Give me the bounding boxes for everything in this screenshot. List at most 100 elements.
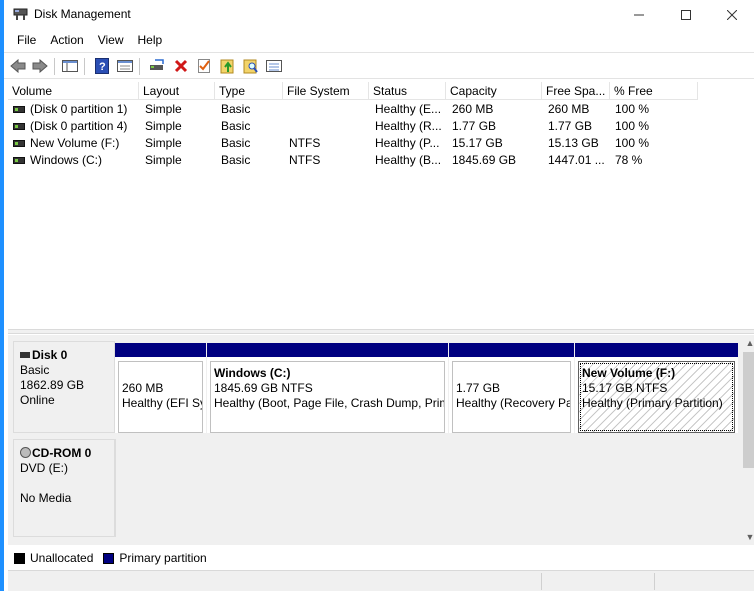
pane-splitter[interactable] bbox=[8, 329, 754, 334]
partition-size: 15.17 GB NTFS bbox=[582, 381, 668, 395]
vertical-scrollbar[interactable]: ▲ ▼ bbox=[742, 335, 754, 545]
scroll-up-icon[interactable]: ▲ bbox=[742, 335, 754, 351]
column-header-capacity[interactable]: Capacity bbox=[446, 82, 542, 100]
cell-status: Healthy (E... bbox=[375, 102, 442, 116]
volume-list: Volume Layout Type File System Status Ca… bbox=[8, 82, 754, 328]
menu-action[interactable]: Action bbox=[43, 33, 90, 47]
partition-windows-c[interactable]: Windows (C:) 1845.69 GB NTFS Healthy (Bo… bbox=[207, 343, 448, 433]
table-row[interactable]: (Disk 0 partition 4) Simple Basic Health… bbox=[8, 118, 708, 135]
table-row[interactable]: New Volume (F:) Simple Basic NTFS Health… bbox=[8, 135, 708, 152]
status-bar bbox=[8, 570, 754, 591]
cell-percent-free: 100 % bbox=[615, 136, 650, 150]
forward-button[interactable] bbox=[30, 56, 50, 76]
list-view-button[interactable] bbox=[264, 56, 284, 76]
legend-primary-partition: Primary partition bbox=[119, 551, 207, 565]
column-header-free-space[interactable]: Free Spa... bbox=[542, 82, 610, 100]
drive-letter: DVD (E:) bbox=[20, 461, 68, 475]
table-row[interactable]: Windows (C:) Simple Basic NTFS Healthy (… bbox=[8, 152, 708, 169]
cdrom-0-label[interactable]: CD-ROM 0 DVD (E:) No Media bbox=[13, 439, 115, 537]
cell-percent-free: 100 % bbox=[615, 119, 650, 133]
column-header-status[interactable]: Status bbox=[369, 82, 446, 100]
forward-arrow-icon bbox=[32, 59, 48, 73]
cell-type: Basic bbox=[221, 153, 251, 167]
cell-layout: Simple bbox=[145, 153, 182, 167]
help-button[interactable]: ? bbox=[92, 56, 112, 76]
disk-management-app-icon bbox=[13, 8, 28, 20]
cell-status: Healthy (P... bbox=[375, 136, 440, 150]
hard-disk-icon bbox=[20, 352, 30, 358]
console-tree-icon bbox=[62, 60, 78, 72]
volume-icon bbox=[13, 123, 25, 130]
partition-title: Windows (C:) bbox=[214, 366, 291, 380]
cell-volume: (Disk 0 partition 1) bbox=[30, 102, 128, 116]
cell-type: Basic bbox=[221, 102, 251, 116]
close-icon bbox=[727, 9, 737, 20]
column-header-layout[interactable]: Layout bbox=[139, 82, 215, 100]
disk-0-label[interactable]: Disk 0 Basic 1862.89 GB Online bbox=[13, 341, 115, 433]
disk-graphical-view: Disk 0 Basic 1862.89 GB Online 260 MB He… bbox=[8, 335, 742, 545]
maximize-icon bbox=[681, 9, 691, 20]
search-folder-icon bbox=[243, 59, 258, 74]
menu-bar: File Action View Help bbox=[4, 29, 754, 51]
properties-view-button[interactable] bbox=[115, 56, 135, 76]
cell-capacity: 1845.69 GB bbox=[452, 153, 517, 167]
partition-new-volume-f[interactable]: New Volume (F:) 15.17 GB NTFS Healthy (P… bbox=[575, 343, 738, 433]
folder-up-button[interactable] bbox=[218, 56, 238, 76]
search-folder-button[interactable] bbox=[241, 56, 261, 76]
scrollbar-thumb[interactable] bbox=[743, 352, 754, 468]
svg-text:?: ? bbox=[99, 61, 106, 73]
back-button[interactable] bbox=[8, 56, 28, 76]
disk-size: 1862.89 GB bbox=[20, 378, 85, 392]
column-header-file-system[interactable]: File System bbox=[283, 82, 369, 100]
legend-unallocated: Unallocated bbox=[30, 551, 94, 565]
connect-drive-icon bbox=[150, 59, 164, 70]
cell-free-space: 1447.01 ... bbox=[548, 153, 605, 167]
column-header-percent-free[interactable]: % Free bbox=[610, 82, 698, 100]
menu-view[interactable]: View bbox=[91, 33, 131, 47]
close-button[interactable] bbox=[709, 0, 754, 29]
toolbar: ? bbox=[4, 52, 754, 79]
partition-size: 1845.69 GB NTFS bbox=[214, 381, 313, 395]
column-header-type[interactable]: Type bbox=[215, 82, 283, 100]
legend: Unallocated Primary partition bbox=[8, 548, 754, 568]
media-status: No Media bbox=[20, 491, 72, 505]
partition-efi[interactable]: 260 MB Healthy (EFI Sy bbox=[115, 343, 206, 433]
connect-virtual-disk-button[interactable] bbox=[147, 56, 167, 76]
cell-type: Basic bbox=[221, 136, 251, 150]
cell-percent-free: 100 % bbox=[615, 102, 650, 116]
partition-title: New Volume (F:) bbox=[582, 366, 676, 380]
delete-button[interactable] bbox=[171, 56, 191, 76]
folder-up-icon bbox=[220, 59, 234, 74]
cell-percent-free: 78 % bbox=[615, 153, 643, 167]
partition-title bbox=[456, 366, 567, 381]
cell-capacity: 15.17 GB bbox=[452, 136, 503, 150]
menu-help[interactable]: Help bbox=[131, 33, 170, 47]
cdrom-empty-area bbox=[115, 439, 742, 537]
disk-name: CD-ROM 0 bbox=[32, 446, 92, 460]
menu-file[interactable]: File bbox=[10, 33, 43, 47]
volume-icon bbox=[13, 106, 25, 113]
list-view-icon bbox=[266, 60, 282, 72]
minimize-button[interactable] bbox=[616, 0, 662, 29]
cell-file-system: NTFS bbox=[289, 153, 321, 167]
cell-status: Healthy (B... bbox=[375, 153, 442, 167]
disk-status: Online bbox=[20, 393, 55, 407]
title-bar: Disk Management bbox=[4, 0, 754, 29]
column-header-volume[interactable]: Volume bbox=[8, 82, 139, 100]
partition-recovery[interactable]: 1.77 GB Healthy (Recovery Pa bbox=[449, 343, 574, 433]
partition-status: Healthy (Recovery Pa bbox=[456, 396, 571, 410]
checkmark-icon bbox=[198, 59, 210, 73]
maximize-button[interactable] bbox=[663, 0, 709, 29]
partition-size: 1.77 GB bbox=[456, 381, 501, 395]
minimize-icon bbox=[634, 14, 644, 15]
partition-size: 260 MB bbox=[122, 381, 164, 395]
scroll-down-icon[interactable]: ▼ bbox=[742, 529, 754, 545]
partition-status: Healthy (Boot, Page File, Crash Dump, Pr… bbox=[214, 396, 445, 410]
show-hide-console-tree-button[interactable] bbox=[60, 56, 80, 76]
window-title: Disk Management bbox=[34, 7, 131, 21]
partition-status: Healthy (Primary Partition) bbox=[582, 396, 723, 410]
cell-capacity: 260 MB bbox=[452, 102, 494, 116]
delete-icon bbox=[174, 59, 188, 73]
check-button[interactable] bbox=[194, 56, 214, 76]
table-row[interactable]: (Disk 0 partition 1) Simple Basic Health… bbox=[8, 101, 708, 118]
